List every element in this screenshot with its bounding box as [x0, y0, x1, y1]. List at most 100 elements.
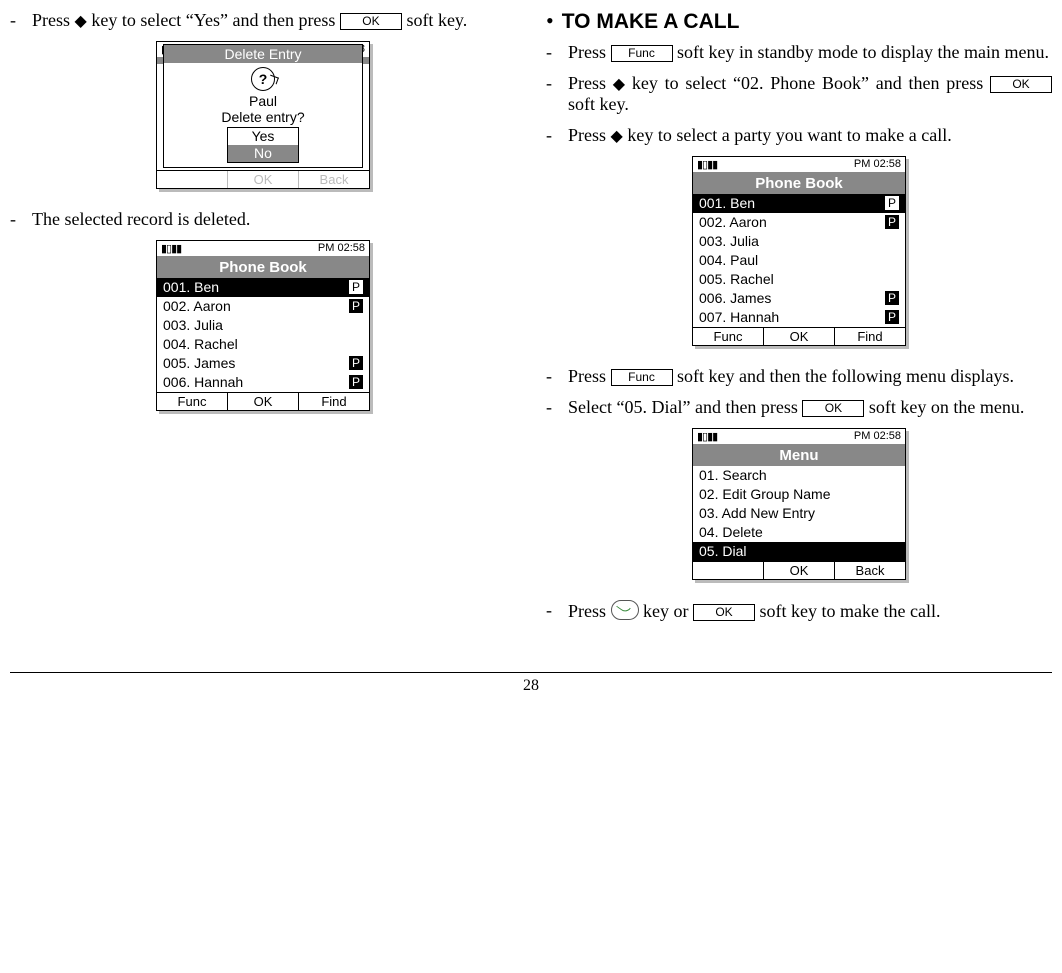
text: Press	[568, 125, 611, 145]
ok-key: OK	[693, 604, 755, 621]
call-icon	[611, 600, 639, 620]
phonebook-list-after: 001. Ben P 002. Aaron P 003. Julia004. Rache…	[157, 278, 369, 392]
list-item[interactable]: 003. Julia	[157, 316, 369, 335]
page-number: 28	[10, 672, 1052, 695]
clock: PM 02:58	[854, 430, 901, 443]
list-item[interactable]: 04. Delete	[693, 523, 905, 542]
text: key or	[643, 601, 693, 621]
signal-icon: ▮▯▮▮	[161, 242, 181, 255]
text: soft key and then the following menu dis…	[677, 366, 1014, 386]
clock: PM 02:58	[854, 158, 901, 171]
text: Select “05. Dial” and then press	[568, 397, 802, 417]
softkey-back[interactable]: Back	[835, 562, 905, 579]
signal-icon: ▮▯▮▮	[697, 430, 717, 443]
list-item[interactable]: 006. Hannah P	[157, 373, 369, 392]
text: Press	[568, 601, 611, 621]
text: Press	[568, 73, 613, 93]
text: soft key in standby mode to display the …	[677, 42, 1049, 62]
text: key to select “Yes” and then press	[91, 10, 340, 30]
list-item[interactable]: 006. James P	[693, 289, 905, 308]
signal-icon: ▮▯▮▮	[697, 158, 717, 171]
list-item-tag: P	[349, 375, 363, 389]
list-item-label: 05. Dial	[699, 542, 746, 561]
text: key to select “02. Phone Book” and then …	[632, 73, 990, 93]
list-item-label: 04. Delete	[699, 523, 763, 542]
phonebook-list-full: 001. BenP002. AaronP003. Julia004. Paul0…	[693, 194, 905, 327]
dialog-prompt: Delete entry?	[221, 109, 304, 125]
ok-key: OK	[340, 13, 402, 30]
list-item-label: 006. James	[699, 289, 771, 308]
list-item[interactable]: 02. Edit Group Name	[693, 485, 905, 504]
phone-screen-delete-dialog: ▮▯▮▮ PM 02:58 Delete Entry ? Paul Delete…	[156, 41, 370, 189]
func-key: Func	[611, 369, 673, 386]
list-item[interactable]: 003. Julia	[693, 232, 905, 251]
dialog-name: Paul	[249, 93, 277, 109]
list-item-label: 003. Julia	[699, 232, 759, 251]
bullet-icon: •	[546, 10, 554, 32]
list-item-label: 02. Edit Group Name	[699, 485, 831, 504]
text: The selected record is deleted.	[32, 209, 516, 230]
screen-title: Phone Book	[693, 173, 905, 194]
text: Press	[568, 42, 611, 62]
list-item-label: 01. Search	[699, 466, 767, 485]
list-item[interactable]: 004. Rachel	[157, 335, 369, 354]
list-item-label: 007. Hannah	[699, 308, 779, 327]
list-item[interactable]: 002. Aaron P	[693, 213, 905, 232]
softkey-ok[interactable]: OK	[764, 562, 835, 579]
list-item[interactable]: 002. Aaron P	[157, 297, 369, 316]
diamond-icon: ◆	[75, 14, 87, 30]
list-item[interactable]: 001. Ben P	[157, 278, 369, 297]
list-item[interactable]: 004. Paul	[693, 251, 905, 270]
list-item[interactable]: 01. Search	[693, 466, 905, 485]
list-item-tag: P	[349, 280, 363, 294]
softkey-find[interactable]: Find	[299, 393, 369, 410]
phone-screen-menu: ▮▯▮▮ PM 02:58 Menu 01. Search02. Edit Gr…	[692, 428, 906, 580]
softkey-func[interactable]: Func	[157, 393, 228, 410]
list-item-label: 003. Julia	[163, 316, 223, 335]
list-item[interactable]: 001. Ben P	[693, 194, 905, 213]
list-item-label: 001. Ben	[699, 194, 755, 213]
softkey-ok[interactable]: OK	[228, 393, 299, 410]
clock: PM 02:58	[318, 242, 365, 255]
list-item-label: 002. Aaron	[163, 297, 231, 316]
list-item[interactable]: 05. Dial	[693, 542, 905, 561]
list-item-label: 006. Hannah	[163, 373, 243, 392]
list-item-tag: P	[349, 356, 363, 370]
text: soft key on the menu.	[869, 397, 1024, 417]
list-item[interactable]: 005. Rachel	[693, 270, 905, 289]
text: soft key.	[568, 94, 629, 114]
right-column: • TO MAKE A CALL - Press Func soft key i…	[546, 10, 1052, 632]
softkey-func[interactable]: Func	[693, 328, 764, 345]
list-item-tag: P	[885, 215, 899, 229]
text: soft key to make the call.	[760, 601, 941, 621]
screen-title: Phone Book	[157, 257, 369, 278]
list-item-tag: P	[349, 299, 363, 313]
softkey-find[interactable]: Find	[835, 328, 905, 345]
text: key to select a party you want to make a…	[627, 125, 951, 145]
func-key: Func	[611, 45, 673, 62]
list-item-label: 004. Paul	[699, 251, 758, 270]
phone-screen-phonebook-full: ▮▯▮▮ PM 02:58 Phone Book 001. BenP002. A…	[692, 156, 906, 346]
list-item-tag: P	[885, 196, 899, 210]
softkey-back-ghost: Back	[299, 171, 369, 188]
list-item-tag: P	[885, 291, 899, 305]
section-heading: TO MAKE A CALL	[562, 10, 740, 34]
list-item-label: 001. Ben	[163, 278, 219, 297]
list-item-label: 005. James	[163, 354, 235, 373]
list-item-label: 002. Aaron	[699, 213, 767, 232]
screen-title: Menu	[693, 445, 905, 466]
diamond-icon: ◆	[611, 129, 623, 145]
text: Press	[32, 10, 75, 30]
list-item-label: 004. Rachel	[163, 335, 238, 354]
list-item[interactable]: 005. James P	[157, 354, 369, 373]
question-icon: ?	[251, 67, 275, 91]
softkey-ok[interactable]: OK	[764, 328, 835, 345]
option-no[interactable]: No	[228, 145, 298, 162]
menu-list: 01. Search02. Edit Group Name03. Add New…	[693, 466, 905, 561]
list-item[interactable]: 007. HannahP	[693, 308, 905, 327]
softkey-ok-ghost: OK	[228, 171, 299, 188]
list-item[interactable]: 03. Add New Entry	[693, 504, 905, 523]
diamond-icon: ◆	[613, 77, 625, 93]
dialog-title: Delete Entry	[164, 45, 362, 63]
option-yes[interactable]: Yes	[228, 128, 298, 145]
